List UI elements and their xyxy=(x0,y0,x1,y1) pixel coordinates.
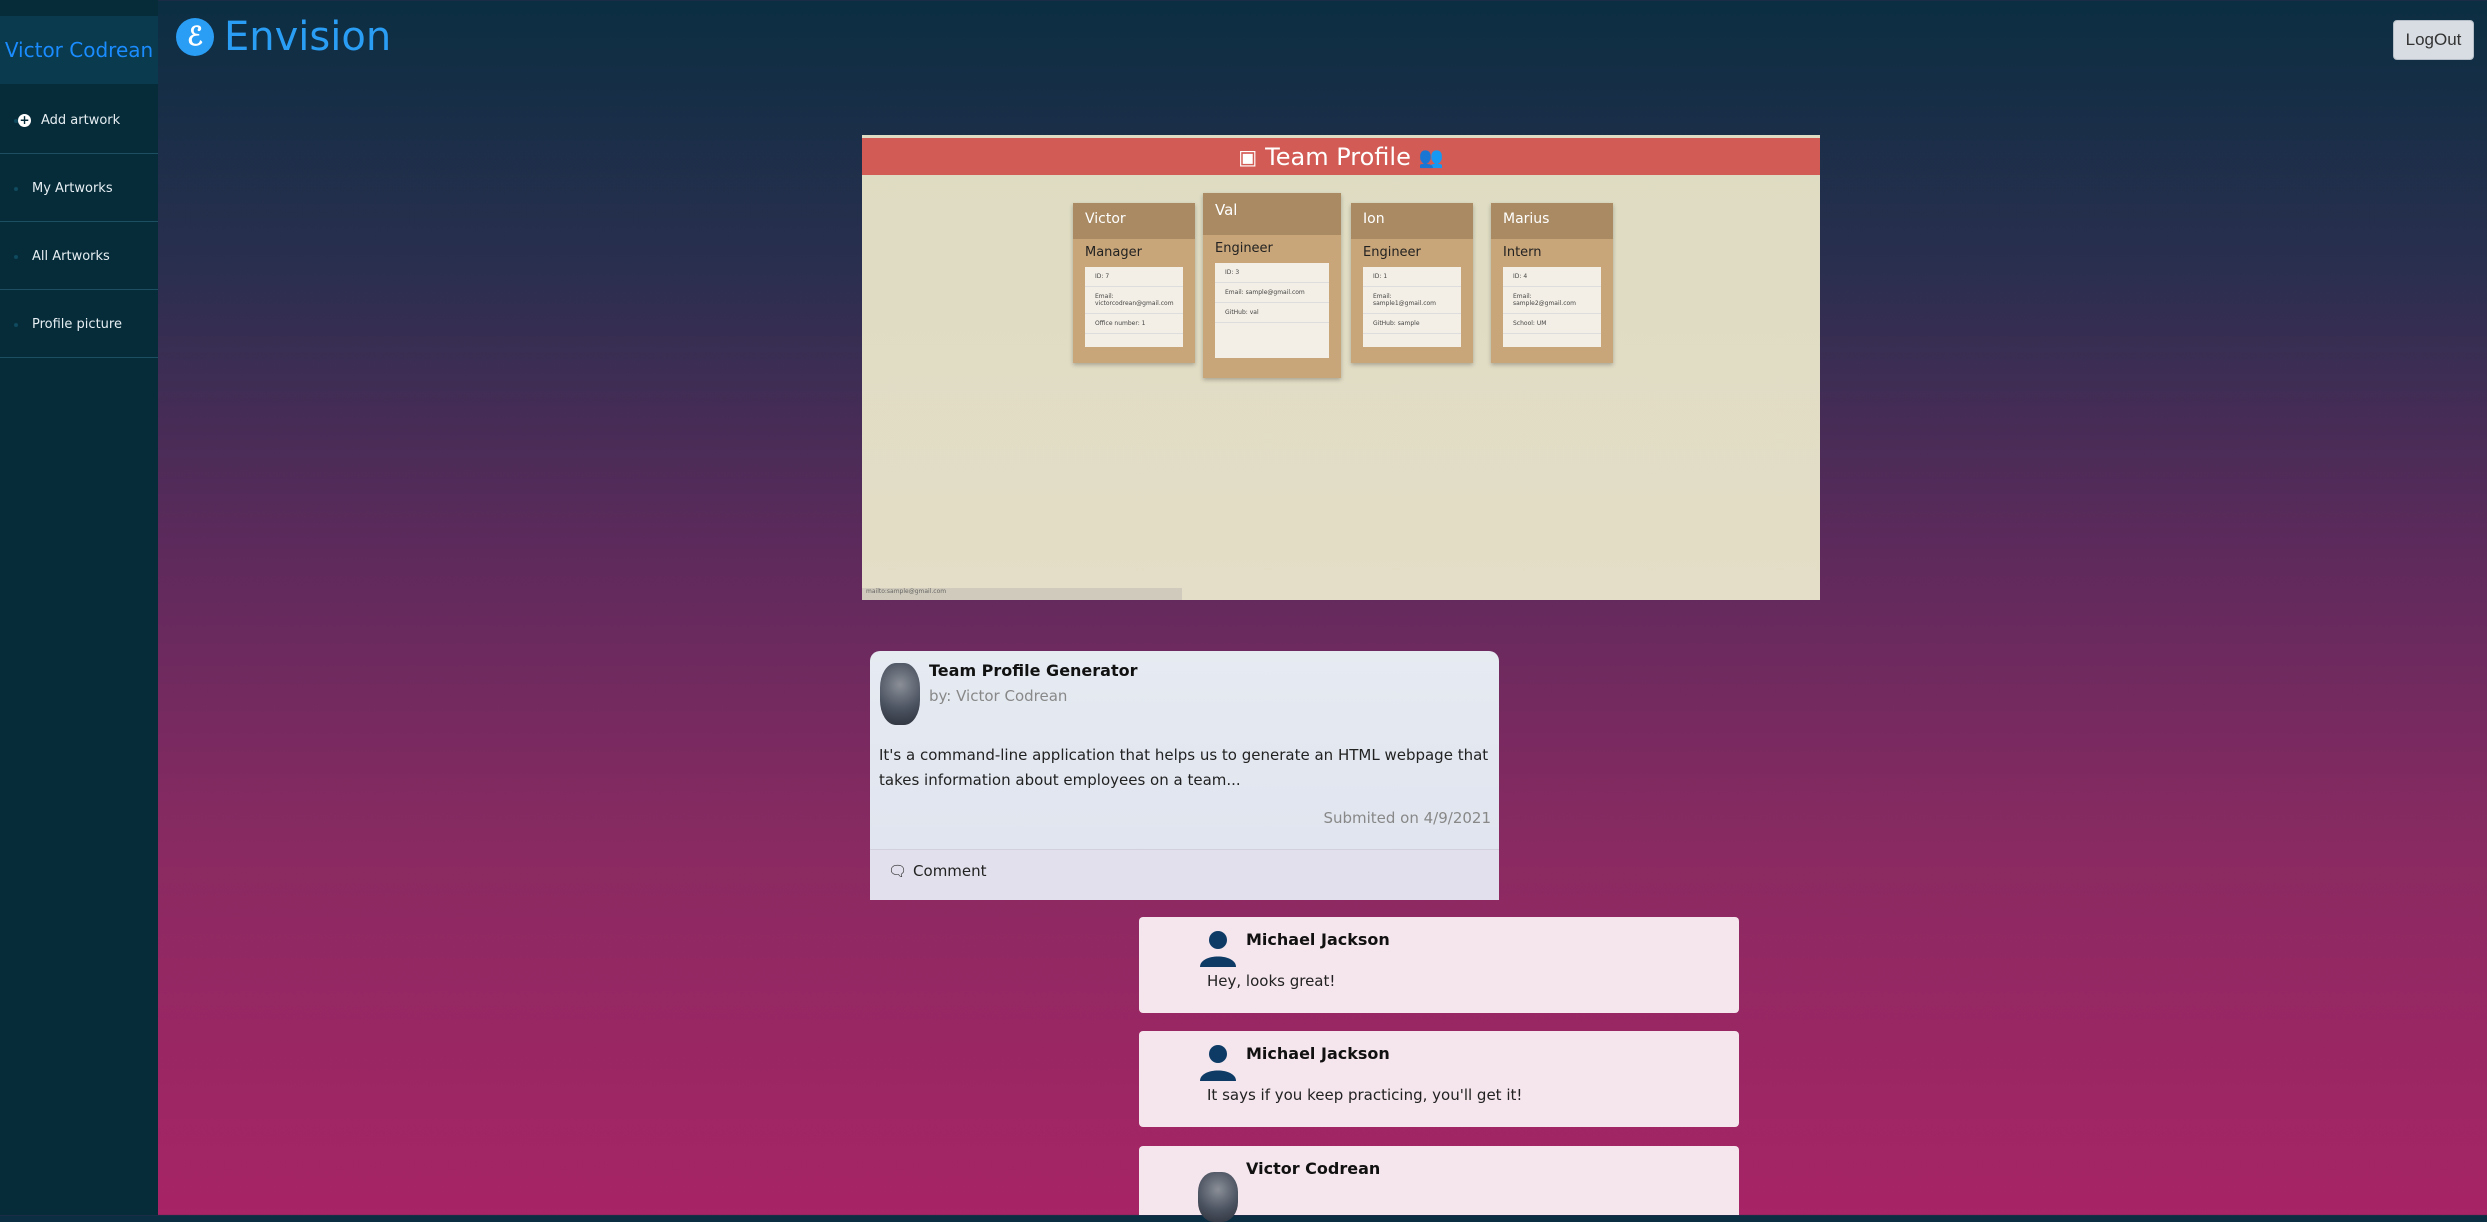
preview-banner-title: Team Profile xyxy=(1265,142,1411,171)
preview-banner: ▣ Team Profile 👥 xyxy=(862,138,1820,175)
post-footer: 🗨 Comment xyxy=(870,849,1499,900)
post-title[interactable]: Team Profile Generator xyxy=(929,661,1138,680)
team-card-row: Email: victorcodrean@gmail.com xyxy=(1085,287,1183,314)
team-card-role: Engineer xyxy=(1363,245,1421,260)
post-author: by: Victor Codrean xyxy=(929,687,1068,705)
team-card-row: ID: 7 xyxy=(1085,267,1183,287)
comment-item: Victor Codrean xyxy=(1139,1146,1739,1222)
team-card-row: ID: 3 xyxy=(1215,263,1329,283)
comment-button[interactable]: 🗨 Comment xyxy=(888,862,987,880)
team-card: Ion Engineer ID: 1 Email: sample1@gmail.… xyxy=(1351,203,1473,363)
team-card-row: ID: 4 xyxy=(1503,267,1601,287)
team-card: Victor Manager ID: 7 Email: victorcodrea… xyxy=(1073,203,1195,363)
comment-author: Michael Jackson xyxy=(1246,1044,1390,1063)
team-card: Val Engineer ID: 3 Email: sample@gmail.c… xyxy=(1203,193,1341,378)
team-card-details: ID: 7 Email: victorcodrean@gmail.com Off… xyxy=(1085,267,1183,347)
author-avatar[interactable] xyxy=(880,663,920,725)
team-card-row: ID: 1 xyxy=(1363,267,1461,287)
team-card-role: Intern xyxy=(1503,245,1542,260)
tp-logo-icon: ▣ xyxy=(1238,144,1258,169)
bullet-icon xyxy=(14,254,18,259)
team-card: Marius Intern ID: 4 Email: sample2@gmail… xyxy=(1491,203,1613,363)
team-card-row: Email: sample@gmail.com xyxy=(1215,283,1329,303)
team-card-row: GitHub: sample xyxy=(1363,314,1461,334)
comments-icon: 🗨 xyxy=(888,862,908,880)
sidebar-user-name[interactable]: Victor Codrean xyxy=(0,16,158,84)
comment-author: Victor Codrean xyxy=(1246,1159,1381,1178)
sidebar-item-label: My Artworks xyxy=(32,181,113,196)
team-card-role: Manager xyxy=(1085,245,1142,260)
users-icon: 👥 xyxy=(1418,144,1444,169)
team-card-row: GitHub: val xyxy=(1215,303,1329,323)
comment-text: It says if you keep practicing, you'll g… xyxy=(1207,1086,1523,1104)
logout-button[interactable]: LogOut xyxy=(2393,20,2474,60)
team-card-name: Victor xyxy=(1073,203,1195,239)
sidebar-item-add-artwork[interactable]: + Add artwork xyxy=(0,88,158,154)
sidebar-item-all-artworks[interactable]: All Artworks xyxy=(0,224,158,290)
team-card-role: Engineer xyxy=(1215,241,1273,256)
sidebar-item-label: Add artwork xyxy=(41,113,121,128)
comment-button-label: Comment xyxy=(913,862,987,880)
bullet-icon xyxy=(14,186,18,191)
sidebar-item-my-artworks[interactable]: My Artworks xyxy=(0,156,158,222)
comment-author: Michael Jackson xyxy=(1246,930,1390,949)
bullet-icon xyxy=(14,322,18,327)
user-icon xyxy=(1200,1045,1236,1081)
team-card-details: ID: 1 Email: sample1@gmail.com GitHub: s… xyxy=(1363,267,1461,347)
envision-logo-icon: ℰ xyxy=(176,18,214,56)
sidebar-item-label: All Artworks xyxy=(32,249,110,264)
team-card-name: Val xyxy=(1203,193,1341,235)
plus-circle-icon: + xyxy=(18,113,31,127)
team-card-name: Ion xyxy=(1351,203,1473,239)
comment-text: Hey, looks great! xyxy=(1207,972,1336,990)
post-submitted-date: Submited on 4/9/2021 xyxy=(1323,809,1491,827)
team-card-row: School: UM xyxy=(1503,314,1601,334)
comment-item: Michael Jackson Hey, looks great! xyxy=(1139,917,1739,1013)
team-card-row: Office number: 1 xyxy=(1085,314,1183,334)
team-card-details: ID: 4 Email: sample2@gmail.com School: U… xyxy=(1503,267,1601,347)
team-card-name: Marius xyxy=(1491,203,1613,239)
team-card-details: ID: 3 Email: sample@gmail.com GitHub: va… xyxy=(1215,263,1329,358)
user-icon xyxy=(1200,931,1236,967)
brand[interactable]: ℰ Envision xyxy=(176,14,391,60)
app-title: Envision xyxy=(224,14,392,60)
sidebar: Victor Codrean + Add artwork My Artworks… xyxy=(0,0,158,1215)
sidebar-item-label: Profile picture xyxy=(32,317,122,332)
team-card-row: Email: sample1@gmail.com xyxy=(1363,287,1461,314)
post-description: It's a command-line application that hel… xyxy=(879,746,1489,789)
artwork-post-card: Team Profile Generator by: Victor Codrea… xyxy=(870,651,1499,900)
artwork-preview-image[interactable]: ▣ Team Profile 👥 Victor Manager ID: 7 Em… xyxy=(862,135,1820,600)
preview-status-bar: mailto:sample@gmail.com xyxy=(862,588,1182,600)
sidebar-item-profile-picture[interactable]: Profile picture xyxy=(0,292,158,358)
comment-item: Michael Jackson It says if you keep prac… xyxy=(1139,1031,1739,1127)
team-card-row: Email: sample2@gmail.com xyxy=(1503,287,1601,314)
